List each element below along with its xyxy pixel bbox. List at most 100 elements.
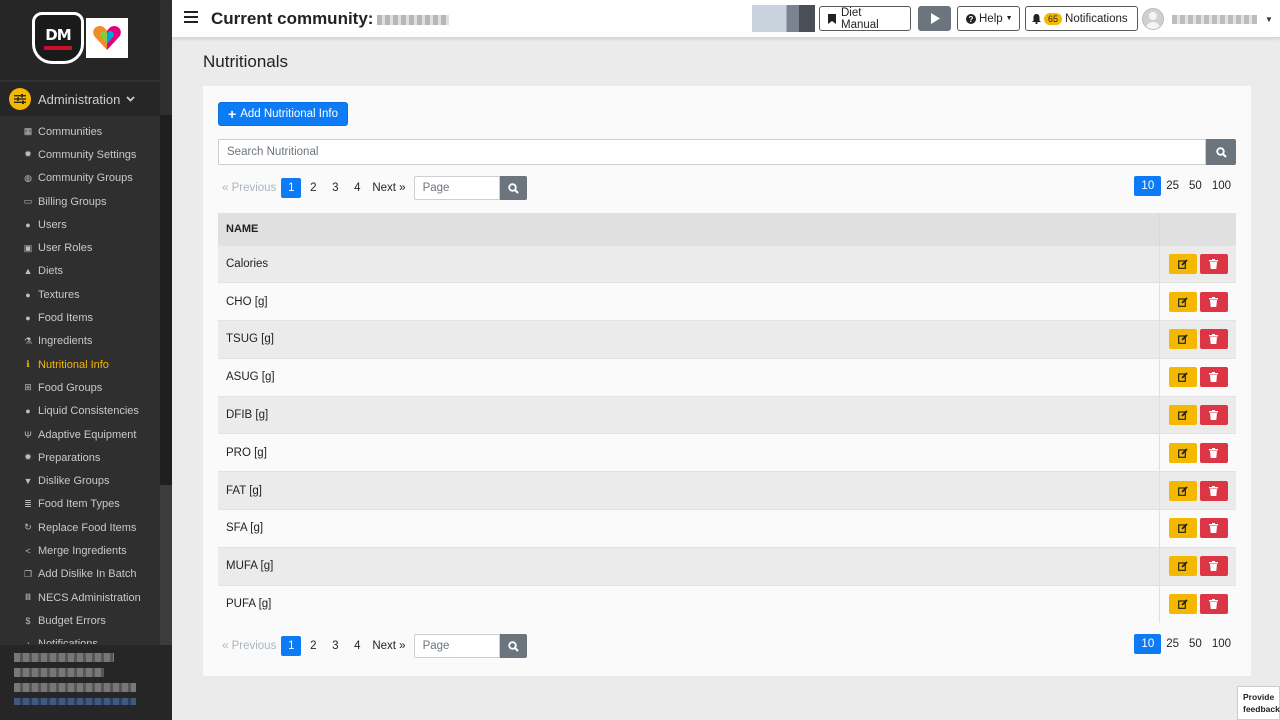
page-link-3[interactable]: 3 (325, 636, 345, 656)
sidebar-item-liquid-consistencies[interactable]: ● Liquid Consistencies (0, 400, 160, 423)
sidebar-item-textures[interactable]: ● Textures (0, 283, 160, 306)
delete-button[interactable] (1199, 594, 1228, 615)
sidebar-item-dislike-groups[interactable]: ▼ Dislike Groups (0, 469, 160, 492)
dining-manager-logo[interactable]: DM (32, 12, 84, 64)
page-number-input[interactable] (413, 634, 500, 658)
community-thumbnail[interactable] (752, 5, 815, 32)
edit-button[interactable] (1168, 556, 1197, 577)
edit-button[interactable] (1168, 329, 1197, 350)
hamburger-menu-icon[interactable] (184, 11, 198, 23)
search-button[interactable] (1206, 139, 1236, 165)
delete-button[interactable] (1199, 556, 1228, 577)
diet-manual-button[interactable]: Diet Manual (819, 6, 911, 31)
sidebar-item-food-items[interactable]: ● Food Items (0, 306, 160, 329)
per-page-option-25[interactable]: 25 (1161, 176, 1184, 196)
help-dropdown[interactable]: ? Help ▼ (957, 6, 1020, 31)
edit-button[interactable] (1168, 253, 1197, 274)
per-page-option-50[interactable]: 50 (1184, 176, 1207, 196)
nutritional-name-cell: PRO [g] (218, 433, 1159, 472)
row-actions (1158, 471, 1236, 510)
sidebar-item-necs-administration[interactable]: Ⅲ NECS Administration (0, 586, 160, 609)
delete-button[interactable] (1199, 291, 1228, 312)
add-nutritional-info-button[interactable]: + Add Nutritional Info (218, 102, 348, 126)
delete-button[interactable] (1199, 405, 1228, 426)
notifications-button[interactable]: 65 Notifications (1025, 6, 1138, 31)
sidebar-item-diets[interactable]: ▲ Diets (0, 260, 160, 283)
column-header-name[interactable]: NAME (218, 213, 1160, 245)
sidebar-item-nutritional-info[interactable]: ℹ Nutritional Info (0, 353, 160, 376)
sidebar-item-replace-food-items[interactable]: ↻ Replace Food Items (0, 516, 160, 539)
play-button[interactable] (918, 6, 951, 31)
sidebar-item-ingredients[interactable]: ⚗ Ingredients (0, 330, 160, 353)
sidebar-scrollbar-thumb[interactable] (160, 115, 172, 485)
sidebar-item-add-dislike-in-batch[interactable]: ❐ Add Dislike In Batch (0, 563, 160, 586)
sidebar-item-community-settings[interactable]: ✹ Community Settings (0, 143, 160, 166)
edit-button[interactable] (1168, 518, 1197, 539)
per-page-option-25[interactable]: 25 (1161, 634, 1184, 654)
sidebar-item-communities[interactable]: ▦ Communities (0, 120, 160, 143)
administration-toggle[interactable]: Administration (0, 82, 160, 116)
per-page-option-100[interactable]: 100 (1207, 634, 1236, 654)
delete-button[interactable] (1199, 480, 1228, 501)
redacted-link[interactable] (14, 698, 136, 705)
previous-page-link[interactable]: « Previous (218, 182, 280, 194)
page-link-4[interactable]: 4 (347, 178, 367, 198)
page-link-2[interactable]: 2 (303, 178, 323, 198)
administration-label: Administration (38, 91, 121, 107)
sync-icon: ↻ (24, 522, 32, 533)
page-link-1[interactable]: 1 (281, 178, 302, 198)
table-row: ASUG [g] (218, 357, 1236, 397)
delete-button[interactable] (1199, 518, 1228, 539)
delete-button[interactable] (1199, 253, 1228, 274)
next-page-link[interactable]: Next » (368, 182, 409, 194)
edit-button[interactable] (1168, 442, 1197, 463)
page-link-3[interactable]: 3 (325, 178, 345, 198)
edit-button[interactable] (1168, 405, 1197, 426)
page-title: Nutritionals (203, 52, 289, 71)
edit-button[interactable] (1168, 594, 1197, 615)
sidebar-item-budget-errors[interactable]: $ Budget Errors (0, 609, 160, 632)
previous-page-link[interactable]: « Previous (218, 640, 280, 652)
sidebar-item-billing-groups[interactable]: ▭ Billing Groups (0, 190, 160, 213)
user-menu[interactable]: ▼ (1142, 8, 1273, 30)
per-page-option-50[interactable]: 50 (1184, 634, 1207, 654)
sidebar-item-food-item-types[interactable]: ≣ Food Item Types (0, 493, 160, 516)
row-actions (1158, 584, 1236, 623)
table-row: SFA [g] (218, 509, 1236, 548)
page-link-1[interactable]: 1 (281, 636, 302, 656)
sidebar-item-preparations[interactable]: ✹ Preparations (0, 446, 160, 469)
table-row: FAT [g] (218, 471, 1236, 510)
sidebar-item-users[interactable]: ● Users (0, 213, 160, 236)
sidebar-item-notifications[interactable]: ♪ Notifications (0, 633, 160, 644)
provide-feedback-button[interactable]: Provide feedback (1237, 686, 1280, 720)
next-page-link[interactable]: Next » (368, 640, 409, 652)
sidebar-scrollbar[interactable] (160, 115, 172, 645)
redacted-text (14, 653, 114, 662)
edit-button[interactable] (1168, 367, 1197, 388)
nutritional-name-cell: CHO [g] (218, 282, 1159, 321)
delete-button[interactable] (1199, 367, 1228, 388)
sidebar-item-merge-ingredients[interactable]: < Merge Ingredients (0, 539, 160, 562)
per-page-option-10[interactable]: 10 (1134, 176, 1162, 196)
delete-button[interactable] (1199, 329, 1228, 350)
search-input[interactable] (218, 139, 1206, 165)
go-to-page-button[interactable] (499, 176, 527, 200)
search-icon (507, 640, 519, 652)
delete-button[interactable] (1199, 442, 1228, 463)
page-number-input[interactable] (413, 176, 500, 200)
sidebar-item-user-roles[interactable]: ▣ User Roles (0, 236, 160, 259)
per-page-top: 10 25 50 100 (1134, 176, 1236, 196)
page-link-4[interactable]: 4 (347, 636, 367, 656)
go-to-page-button[interactable] (499, 634, 527, 658)
page-link-2[interactable]: 2 (303, 636, 323, 656)
sidebar-item-food-groups[interactable]: ⊞ Food Groups (0, 376, 160, 399)
sidebar-item-community-groups[interactable]: ◍ Community Groups (0, 167, 160, 190)
edit-button[interactable] (1168, 480, 1197, 501)
sidebar-item-adaptive-equipment[interactable]: Ψ Adaptive Equipment (0, 423, 160, 446)
per-page-option-10[interactable]: 10 (1134, 634, 1162, 654)
edit-button[interactable] (1168, 291, 1197, 312)
per-page-option-100[interactable]: 100 (1207, 176, 1236, 196)
sidebar-item-label: Notifications (38, 638, 98, 644)
pagination-bottom: « Previous 1 2 3 4 Next » (218, 634, 527, 658)
sitemap-icon: ⊞ (24, 382, 32, 393)
